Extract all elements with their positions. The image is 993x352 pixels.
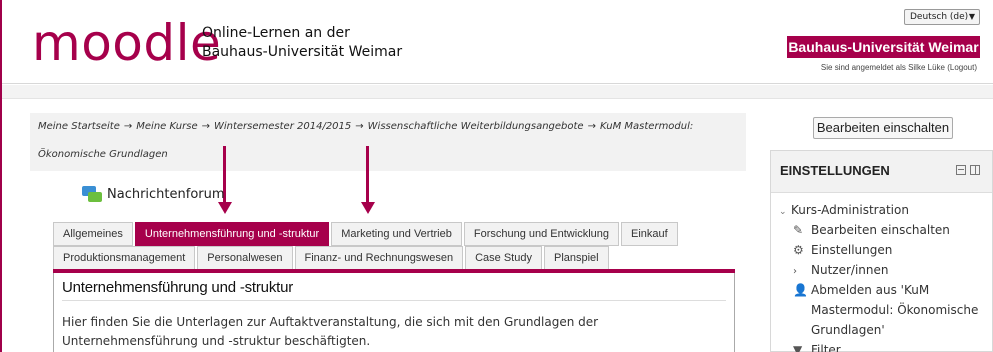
breadcrumb-item-my-courses[interactable]: Meine Kurse [136, 121, 197, 132]
annotation-arrow-down [361, 146, 375, 214]
menu-item-users[interactable]: › Nutzer/innen [793, 260, 888, 282]
breadcrumb-separator: → [123, 121, 133, 132]
filter-icon: ▼ [793, 343, 803, 352]
topic-tabs: Allgemeines Unternehmensführung und -str… [53, 222, 735, 270]
breadcrumb: Meine Startseite → Meine Kurse → Wintersemes… [30, 113, 746, 171]
tab-allgemeines[interactable]: Allgemeines [53, 222, 133, 246]
site-title-line1: Online-Lernen an der [202, 25, 350, 41]
tab-personal[interactable]: Personalwesen [197, 246, 293, 270]
site-title-line2: Bauhaus-Universität Weimar [202, 44, 403, 60]
chevron-down-icon: ▼ [968, 12, 975, 21]
menu-item-unenrol-cont[interactable]: Mastermodul: Ökonomische [811, 300, 978, 320]
menu-item-unenrol-label-1: Abmelden aus 'KuM [811, 283, 930, 297]
gear-icon: ⚙ [793, 243, 804, 257]
breadcrumb-item-offers[interactable]: Wissenschaftliche Weiterbildungsangebote [368, 121, 584, 132]
breadcrumb-item-course[interactable]: KuM Mastermodul: [600, 121, 693, 132]
tab-row-1: Allgemeines Unternehmensführung und -str… [53, 222, 735, 246]
menu-item-unenrol-label-2: Mastermodul: Ökonomische [811, 303, 979, 317]
tab-produktion[interactable]: Produktionsmanagement [53, 246, 196, 270]
breadcrumb-separator: → [201, 121, 210, 132]
menu-item-settings[interactable]: ⚙ Einstellungen [793, 240, 892, 260]
course-admin-node[interactable]: ⌄ Kurs-Administration [779, 200, 909, 222]
login-info[interactable]: Sie sind angemeldet als Silke Lüke (Logo… [821, 63, 977, 72]
chevron-down-icon: ⌄ [779, 207, 787, 217]
news-forum-link[interactable]: Nachrichtenforum [82, 184, 225, 206]
tab-marketing[interactable]: Marketing und Vertrieb [331, 222, 462, 246]
language-value: Deutsch (de) [910, 12, 969, 22]
chevron-right-icon: › [793, 266, 797, 277]
section-title: Unternehmensführung und -struktur [62, 279, 726, 301]
breadcrumb-item-course-cont[interactable]: Ökonomische Grundlagen [38, 149, 168, 160]
dock-icon[interactable] [970, 165, 980, 175]
user-icon: 👤 [793, 283, 808, 297]
pencil-icon: ✎ [793, 223, 804, 237]
tab-finanz[interactable]: Finanz- und Rechnungswesen [294, 246, 464, 270]
settings-block: EINSTELLUNGEN ⌄ Kurs-Administration ✎ Bear… [770, 150, 993, 352]
menu-item-unenrol-label-3: Grundlagen' [811, 323, 885, 337]
menu-item-users-label: Nutzer/innen [811, 263, 889, 277]
news-forum-label: Nachrichtenforum [107, 187, 225, 202]
breadcrumb-separator: → [355, 121, 364, 132]
settings-block-header: EINSTELLUNGEN [771, 151, 992, 193]
menu-item-edit[interactable]: ✎ Bearbeiten einschalten [793, 220, 950, 240]
section-content: Unternehmensführung und -struktur Hier f… [53, 273, 735, 352]
tab-unternehmensfuehrung[interactable]: Unternehmensführung und -struktur [134, 222, 330, 246]
tab-case-study[interactable]: Case Study [465, 246, 542, 270]
menu-item-unenrol[interactable]: 👤 Abmelden aus 'KuM [793, 280, 929, 300]
menu-item-unenrol-cont[interactable]: Grundlagen' [811, 320, 885, 340]
collapse-icon[interactable] [956, 165, 966, 175]
menu-item-edit-label: Bearbeiten einschalten [811, 223, 950, 237]
breadcrumb-item-semester[interactable]: Wintersemester 2014/2015 [214, 121, 351, 132]
moodle-logo[interactable]: moodle [32, 18, 221, 68]
breadcrumb-item-home[interactable]: Meine Startseite [38, 121, 120, 132]
tab-forschung[interactable]: Forschung und Entwicklung [463, 222, 619, 246]
page-header: moodle Online-Lernen an der Bauhaus-Univ… [2, 0, 993, 84]
edit-mode-button[interactable]: Bearbeiten einschalten [813, 117, 953, 139]
section-text: Hier finden Sie die Unterlagen zur Aufta… [62, 315, 599, 348]
tab-row-2: Produktionsmanagement Personalwesen Fina… [53, 246, 735, 270]
breadcrumb-separator: → [587, 121, 596, 132]
tab-planspiel[interactable]: Planspiel [543, 246, 609, 270]
menu-item-filter-label: Filter [811, 343, 841, 352]
university-badge[interactable]: Bauhaus-Universität Weimar [787, 36, 980, 58]
site-title: Online-Lernen an der Bauhaus-Universität… [202, 24, 402, 62]
menu-item-filter[interactable]: ▼ Filter [793, 340, 841, 352]
settings-block-title: EINSTELLUNGEN [780, 163, 890, 178]
forum-icon [82, 186, 104, 204]
tab-einkauf[interactable]: Einkauf [621, 222, 678, 246]
header-divider [2, 85, 993, 99]
menu-item-settings-label: Einstellungen [811, 243, 893, 257]
language-select[interactable]: Deutsch (de) ▼ [904, 9, 980, 25]
course-admin-label: Kurs-Administration [791, 203, 909, 217]
